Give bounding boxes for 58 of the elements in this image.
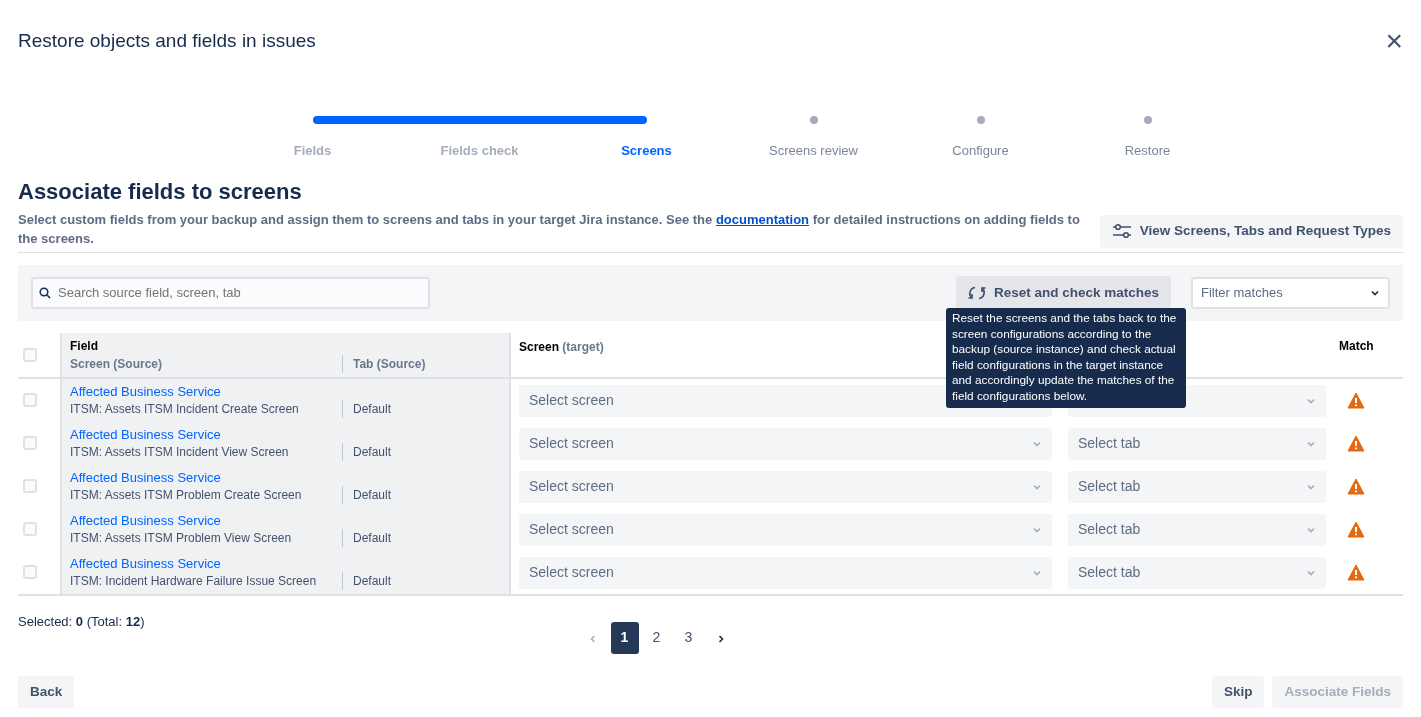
column-header: Screen (Source) [70,355,164,373]
field-link[interactable]: Affected Business Service [70,512,509,529]
field-link[interactable]: Affected Business Service [70,426,509,443]
back-button[interactable]: Back [18,675,75,708]
tooltip: Reset the screens and the tabs back to the screen configurations according to the backup (source instance) and check actual field configurations in the target instance and accordingly update the matches of the field configurations below. [946,308,1186,408]
page-heading: Associate fields to screens [18,177,303,206]
row-checkbox[interactable] [23,522,37,537]
screen-select[interactable]: Select screen [519,556,1052,589]
row-checkbox[interactable] [23,479,37,494]
table-cell-text: ITSM: Assets ITSM Incident Create Screen [70,400,300,418]
sliders-icon [1111,223,1132,240]
table-cell: Default [342,571,509,590]
step-label: Screens [621,142,672,160]
row-checkbox[interactable] [23,393,37,408]
screen-select[interactable]: Select screen [519,513,1052,546]
page-button[interactable]: 1 [610,621,639,654]
description-text: Select custom fields from your backup and assign them to screens and tabs in your target Jira instance. See the documentation for detailed instructions on adding fields to the screens. [18,210,1081,248]
row-checkbox[interactable] [23,436,37,451]
table-cell-text: ITSM: Assets ITSM Incident View Screen [70,443,290,461]
field-link[interactable]: Affected Business Service [70,469,509,486]
tab-select[interactable]: Select tab [1068,513,1326,546]
search-field[interactable]: Search source field, screen, tab [31,276,430,309]
search-icon [39,286,51,299]
row-checkbox[interactable] [23,565,37,580]
step-label: Fields [293,142,332,160]
step-label: Restore [1124,142,1171,160]
table-cell: Default [342,485,509,504]
page-button[interactable]: 3 [674,621,703,654]
table-cell: Default [342,528,509,547]
table-cell-text: ITSM: Assets ITSM Problem Create Screen [70,486,303,504]
filter-dropdown[interactable]: Filter matches [1191,276,1390,309]
table-cell-text: ITSM: Assets ITSM Problem View Screen [70,529,293,547]
table-cell-text: ITSM: Incident Hardware Failure Issue Screen [70,572,318,590]
close-button[interactable]: × [1385,26,1403,56]
step-label: Configure [952,142,1009,160]
page-button[interactable]: 2 [642,621,671,654]
selection-summary: Selected: 0 (Total: 12) [18,612,145,631]
tab-select[interactable]: Select tab [1068,470,1326,503]
column-header: Tab (Source) [342,354,509,373]
view-screens-button[interactable]: View Screens, Tabs and Request Types [1099,215,1403,248]
column-header: Field [70,337,99,355]
field-link[interactable]: Affected Business Service [70,555,509,572]
screen-select[interactable]: Select screen [519,470,1052,503]
screen-select[interactable]: Select screen [519,427,1052,460]
field-link[interactable]: Affected Business Service [70,383,509,400]
documentation-link[interactable]: documentation [715,211,810,227]
table-cell: Default [342,442,509,461]
column-header: Screen (target) [519,338,604,356]
step-label: Screens review [769,142,858,160]
skip-button[interactable]: Skip [1211,675,1265,708]
reset-button[interactable]: Reset and check matches [955,275,1171,310]
column-header: Match [1339,337,1375,355]
dialog-title: Restore objects and fields in issues [18,29,316,53]
step-label: Fields check [440,142,519,160]
tab-select[interactable]: Select tab [1068,556,1326,589]
select-all-checkbox[interactable] [23,347,37,362]
table-cell: Default [342,399,509,418]
tab-select[interactable]: Select tab [1068,427,1326,460]
